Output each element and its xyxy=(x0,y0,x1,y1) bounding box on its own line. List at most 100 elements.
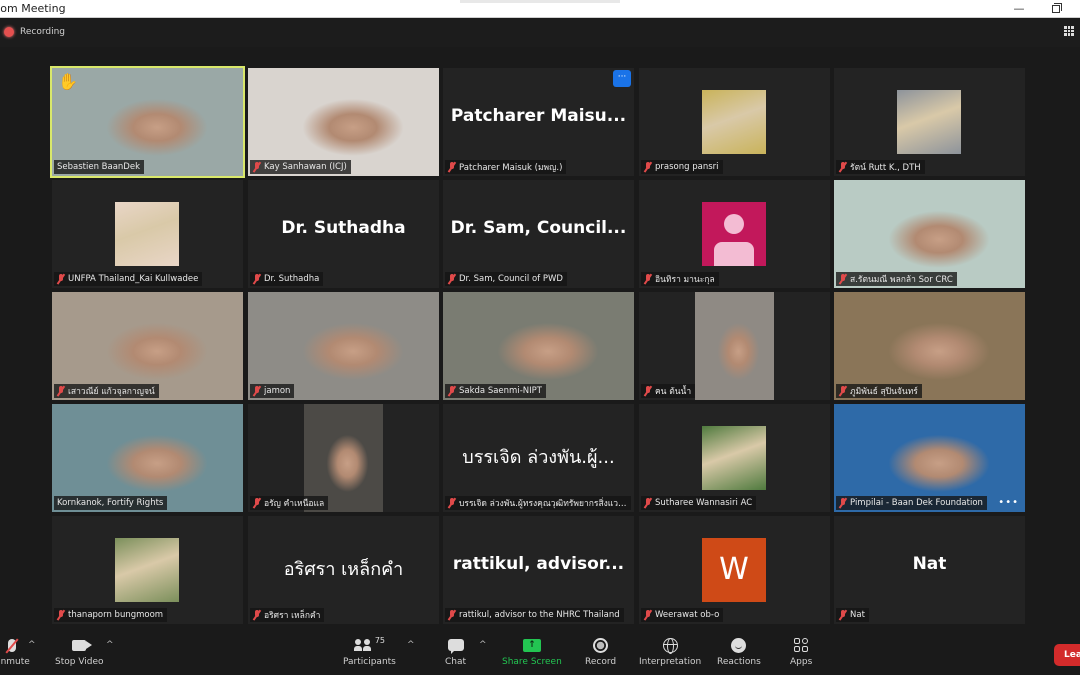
recording-indicator[interactable]: Recording xyxy=(4,27,65,37)
microphone-muted-icon xyxy=(644,610,652,620)
microphone-muted-icon xyxy=(644,498,652,508)
microphone-muted-icon xyxy=(448,274,456,284)
participant-tile[interactable]: W Weerawat ob-o xyxy=(639,516,830,624)
chat-options-caret[interactable]: ^ xyxy=(479,640,487,650)
participant-name: prasong pansri xyxy=(655,162,719,172)
microphone-muted-icon xyxy=(57,386,65,396)
participant-name: อินทิรา มานะกุล xyxy=(655,275,715,285)
participant-tile[interactable]: UNFPA Thailand_Kai Kullwadee xyxy=(52,180,243,288)
participant-display-name: อริศรา เหล็กคำ xyxy=(283,559,404,580)
participant-name: Patcharer Maisuk (มพญ.) xyxy=(459,163,563,173)
restore-icon xyxy=(1052,3,1062,13)
unmute-button[interactable]: Unmute xyxy=(0,636,30,667)
participant-display-name: rattikul, advisor... xyxy=(452,554,625,574)
apps-button[interactable]: Apps xyxy=(790,636,812,667)
participant-tile[interactable]: Sutharee Wannasiri AC xyxy=(639,404,830,512)
microphone-muted-icon xyxy=(253,610,261,620)
tile-more-icon[interactable]: ••• xyxy=(998,497,1019,508)
participant-nametag: บรรเจิด ล่วงพัน.ผู้ทรงคุณวุฒิทรัพยากรสิ่… xyxy=(445,496,631,510)
participant-tile[interactable]: Dr. Suthadha Dr. Suthadha xyxy=(248,180,439,288)
participant-name: ภูมิพันธ์ สุปินจันทร์ xyxy=(850,387,918,397)
participant-name: อรัญ คำเหนือแล xyxy=(264,499,325,509)
smiley-reaction-icon xyxy=(731,637,747,653)
meeting-toolbar: Unmute ^ Stop Video ^ 75 Participants ^ … xyxy=(0,628,1080,675)
participants-button[interactable]: 75 Participants xyxy=(343,636,396,667)
participant-nametag: Kornkanok, Fortify Rights xyxy=(54,496,168,510)
reactions-button[interactable]: Reactions xyxy=(717,636,761,667)
participant-nametag: Dr. Sam, Council of PWD xyxy=(445,272,567,286)
record-button[interactable]: Record xyxy=(585,636,616,667)
participant-nametag: Kay Sanhawan (ICJ) xyxy=(250,160,351,174)
participant-nametag: Dr. Suthadha xyxy=(250,272,324,286)
participants-icon xyxy=(353,639,362,651)
participant-tile[interactable]: Sakda Saenmi-NIPT xyxy=(443,292,634,400)
participant-nametag: Nat xyxy=(836,608,869,622)
default-avatar-icon xyxy=(702,202,766,266)
participant-nametag: ภูมิพันธ์ สุปินจันทร์ xyxy=(836,384,922,398)
participant-name: Dr. Suthadha xyxy=(264,274,320,284)
participant-tile[interactable]: ✋ Sebastien BaanDek xyxy=(50,66,245,178)
participant-nametag: Sebastien BaanDek xyxy=(54,160,145,174)
participant-tile[interactable]: เสาวณีย์ แก้วจุลกาญจน์ xyxy=(52,292,243,400)
participant-tile[interactable]: อินทิรา มานะกุล xyxy=(639,180,830,288)
minimize-button[interactable]: — xyxy=(1011,1,1027,16)
microphone-muted-icon xyxy=(448,498,456,508)
participant-tile[interactable]: rattikul, advisor... rattikul, advisor to… xyxy=(443,516,634,624)
share-screen-button[interactable]: ↑ Share Screen xyxy=(502,636,562,667)
video-gallery: ✋ Sebastien BaanDek Kay Sanhawan (ICJ) Patc… xyxy=(50,66,1028,626)
participant-tile[interactable]: คน ต้นน้ำ xyxy=(639,292,830,400)
minimize-icon: — xyxy=(1013,2,1025,15)
participant-tile[interactable]: Nat Nat xyxy=(834,516,1025,624)
titlebar-drag-region[interactable] xyxy=(460,0,620,3)
profile-photo xyxy=(702,90,766,154)
stop-video-button[interactable]: Stop Video xyxy=(55,636,104,667)
participant-tile[interactable]: prasong pansri xyxy=(639,68,830,176)
participant-name: Sakda Saenmi-NIPT xyxy=(459,386,542,396)
participant-video xyxy=(695,292,774,400)
leave-button[interactable]: Leave xyxy=(1054,644,1080,666)
participant-tile[interactable]: Kornkanok, Fortify Rights xyxy=(52,404,243,512)
video-camera-icon xyxy=(72,639,93,651)
participant-tile[interactable]: บรรเจิด ล่วงพัน.ผู้... บรรเจิด ล่วงพัน.ผู… xyxy=(443,404,634,512)
restore-button[interactable] xyxy=(1048,1,1064,16)
participant-tile[interactable]: ส.รัตนมณี พลกล้า Sor CRC xyxy=(834,180,1025,288)
participant-name: Nat xyxy=(850,610,865,620)
microphone-muted-icon xyxy=(839,162,847,172)
participant-display-name: บรรเจิด ล่วงพัน.ผู้... xyxy=(462,447,615,468)
window-title: Zoom Meeting xyxy=(0,2,66,15)
more-options-button[interactable]: ··· xyxy=(613,70,631,87)
person-head-icon xyxy=(724,214,744,234)
participants-options-caret[interactable]: ^ xyxy=(407,640,415,650)
participant-tile[interactable]: Patcharer Maisu... ··· Patcharer Maisuk (ม… xyxy=(443,68,634,176)
participant-tile[interactable]: อรัญ คำเหนือแล xyxy=(248,404,439,512)
raised-hand-icon: ✋ xyxy=(58,72,78,91)
participant-tile[interactable]: Kay Sanhawan (ICJ) xyxy=(248,68,439,176)
microphone-muted-icon xyxy=(253,386,261,396)
participant-name: อริศรา เหล็กคำ xyxy=(264,611,321,621)
participant-tile[interactable]: ภูมิพันธ์ สุปินจันทร์ xyxy=(834,292,1025,400)
audio-options-caret[interactable]: ^ xyxy=(28,640,36,650)
interpretation-button[interactable]: Interpretation xyxy=(639,636,701,667)
participant-tile[interactable]: อริศรา เหล็กคำ อริศรา เหล็กคำ xyxy=(248,516,439,624)
profile-photo xyxy=(115,538,179,602)
participant-tile[interactable]: thanaporn bungmoom xyxy=(52,516,243,624)
participant-tile[interactable]: ••• Pimpilai - Baan Dek Foundation xyxy=(834,404,1025,512)
interpretation-label: Interpretation xyxy=(639,657,702,667)
participant-nametag: Sakda Saenmi-NIPT xyxy=(445,384,546,398)
chat-button[interactable]: Chat xyxy=(445,636,466,667)
participant-tile[interactable]: jamon xyxy=(248,292,439,400)
participant-nametag: Sutharee Wannasiri AC xyxy=(641,496,757,510)
participant-nametag: รัตน์ Rutt K., DTH xyxy=(836,160,925,174)
microphone-muted-icon xyxy=(253,162,261,172)
participant-name: rattikul, advisor to the NHRC Thailand xyxy=(459,610,620,620)
view-button[interactable] xyxy=(1064,26,1074,36)
participant-nametag: ส.รัตนมณี พลกล้า Sor CRC xyxy=(836,272,957,286)
participant-tile[interactable]: รัตน์ Rutt K., DTH xyxy=(834,68,1025,176)
participant-tile[interactable]: Dr. Sam, Council... Dr. Sam, Council of P… xyxy=(443,180,634,288)
video-options-caret[interactable]: ^ xyxy=(106,640,114,650)
participant-name: Sebastien BaanDek xyxy=(57,162,141,172)
unmute-label: Unmute xyxy=(0,657,30,667)
chat-icon xyxy=(447,639,464,654)
reactions-label: Reactions xyxy=(717,657,761,667)
microphone-muted-icon xyxy=(57,610,65,620)
